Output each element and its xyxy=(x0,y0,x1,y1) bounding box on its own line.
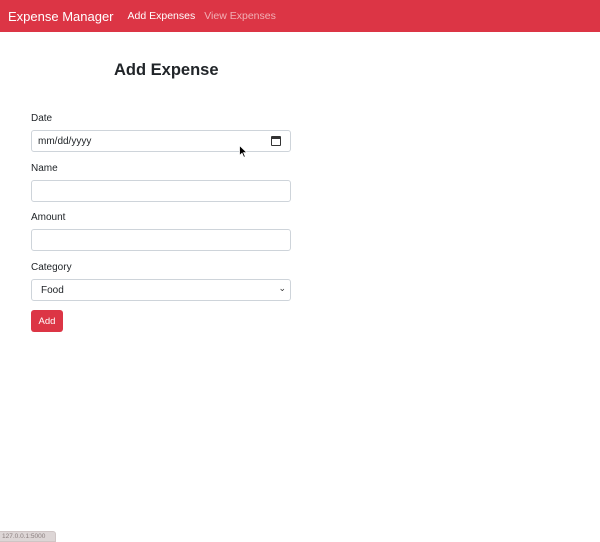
navbar: Expense Manager Add Expenses View Expens… xyxy=(0,0,600,32)
date-placeholder: mm/dd/yyyy xyxy=(38,135,92,147)
status-bar-url: 127.0.0.1:5000 xyxy=(0,531,56,542)
amount-input[interactable] xyxy=(31,229,291,251)
category-select[interactable]: Food ⌄ xyxy=(31,279,291,301)
category-selected-value: Food xyxy=(41,284,64,296)
nav-view-expenses[interactable]: View Expenses xyxy=(204,10,276,22)
amount-label: Amount xyxy=(31,212,66,223)
date-label: Date xyxy=(31,113,53,124)
chevron-down-icon: ⌄ xyxy=(278,284,286,294)
page-title: Add Expense xyxy=(114,61,219,79)
add-button[interactable]: Add xyxy=(31,310,63,332)
brand-link[interactable]: Expense Manager xyxy=(8,9,114,24)
name-input[interactable] xyxy=(31,180,291,202)
nav-add-expenses[interactable]: Add Expenses xyxy=(128,10,196,22)
category-label: Category xyxy=(31,262,72,273)
calendar-icon[interactable] xyxy=(271,136,281,146)
mouse-cursor-icon xyxy=(239,145,248,158)
date-input[interactable]: mm/dd/yyyy xyxy=(31,130,291,152)
name-label: Name xyxy=(31,163,58,174)
